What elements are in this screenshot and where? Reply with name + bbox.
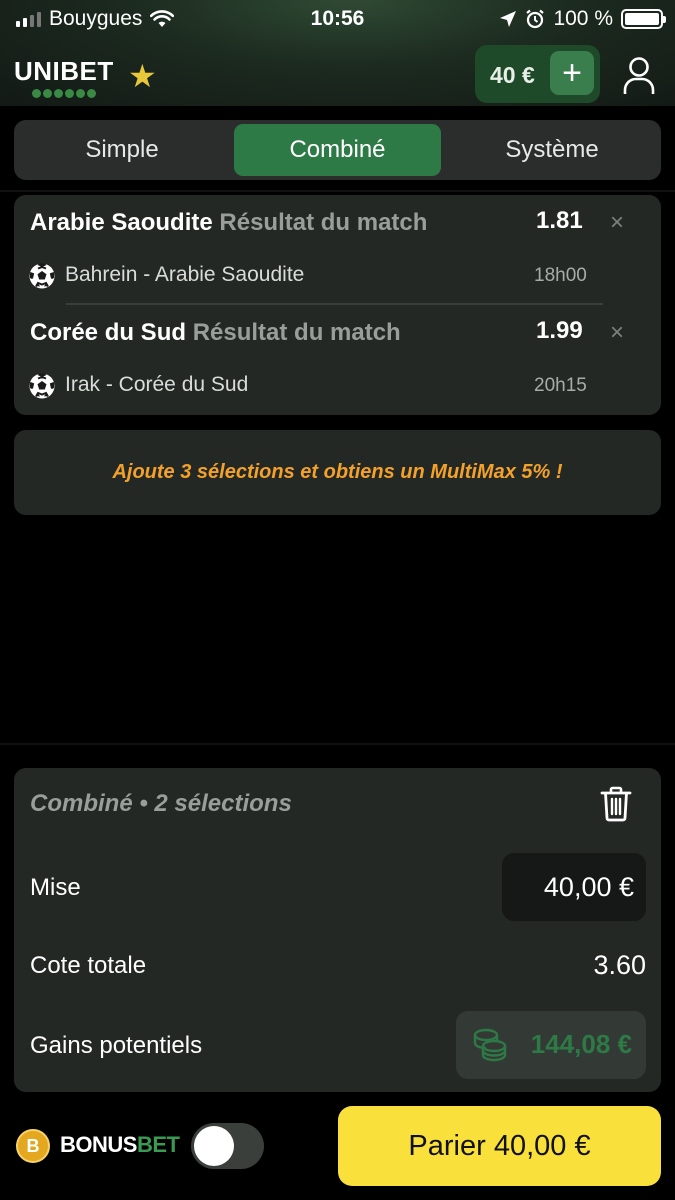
selections-card: Arabie Saoudite Résultat du match 1.81 ×…	[14, 195, 661, 415]
coins-icon	[473, 1028, 507, 1062]
balance-amount: 40 €	[490, 62, 535, 88]
total-odds-label: Cote totale	[30, 952, 147, 979]
selection-team: Corée du Sud	[30, 319, 187, 346]
selection-event: Irak - Corée du Sud	[65, 373, 249, 396]
user-icon[interactable]	[622, 56, 656, 96]
selection-team: Arabie Saoudite	[30, 209, 213, 236]
add-funds-button[interactable]: +	[550, 51, 594, 95]
bonusbet-toggle[interactable]	[191, 1123, 264, 1169]
stake-input[interactable]: 40,00 €	[502, 853, 646, 921]
selection-market: Résultat du match	[192, 319, 401, 346]
selection-market: Résultat du match	[219, 209, 428, 236]
soccer-ball-icon	[29, 263, 55, 289]
divider	[0, 743, 675, 745]
place-bet-button[interactable]: Parier 40,00 €	[338, 1106, 661, 1186]
summary-title: Combiné • 2 sélections	[30, 790, 292, 817]
selection-event: Bahrein - Arabie Saoudite	[65, 263, 305, 286]
bonusbet-bet-word: BET	[136, 1132, 180, 1157]
status-bar: Bouygues 10:56 100 %	[0, 0, 675, 38]
bet-type-tabs: Simple Combiné Système	[14, 120, 661, 180]
total-odds-value: 3.60	[593, 950, 646, 980]
tab-systeme[interactable]: Système	[447, 124, 657, 176]
selection-time: 18h00	[534, 265, 587, 286]
selection-item: Arabie Saoudite Résultat du match 1.81 ×…	[14, 195, 661, 305]
battery-percent: 100 %	[553, 7, 613, 30]
promo-text: Ajoute 3 sélections et obtiens un MultiM…	[112, 461, 563, 483]
logo-dots	[32, 89, 114, 98]
divider	[0, 190, 675, 192]
potential-gains-value: 144,08 €	[530, 1029, 632, 1059]
location-arrow-icon	[500, 11, 517, 27]
alarm-icon	[526, 9, 545, 29]
logo-text: UNIBET	[14, 56, 114, 86]
bonusbet-bonus-word: BONUS	[60, 1132, 137, 1157]
bet-summary-card: Combiné • 2 sélections Mise 40,00 € Cote…	[14, 768, 661, 1092]
tab-combine[interactable]: Combiné	[234, 124, 441, 176]
tab-simple[interactable]: Simple	[18, 124, 226, 176]
bonus-coin-icon: B	[16, 1129, 50, 1163]
selection-time: 20h15	[534, 375, 587, 396]
toggle-knob	[194, 1126, 234, 1166]
selection-title: Arabie Saoudite Résultat du match	[30, 209, 427, 237]
potential-gains-box: 144,08 €	[456, 1011, 646, 1079]
multimax-promo: Ajoute 3 sélections et obtiens un MultiM…	[14, 430, 661, 515]
selection-odds: 1.99	[536, 317, 583, 344]
status-right: 100 %	[499, 7, 666, 31]
stake-label: Mise	[30, 874, 81, 901]
battery-icon	[621, 9, 666, 29]
trash-icon[interactable]	[600, 786, 632, 822]
selection-item: Corée du Sud Résultat du match 1.99 × Ir…	[14, 305, 661, 415]
potential-gains-label: Gains potentiels	[30, 1032, 203, 1059]
selection-title: Corée du Sud Résultat du match	[30, 319, 401, 347]
bonusbet-label: BONUSBET	[60, 1132, 180, 1158]
remove-selection-icon[interactable]: ×	[610, 209, 624, 237]
header: UNIBET ★ 40 € +	[0, 38, 675, 106]
top-area: Bouygues 10:56 100 % UNIBET ★ 40 € +	[0, 0, 675, 106]
unibet-logo[interactable]: UNIBET	[14, 56, 114, 98]
balance-box[interactable]: 40 € +	[475, 45, 600, 103]
remove-selection-icon[interactable]: ×	[610, 319, 624, 347]
selection-odds: 1.81	[536, 207, 583, 234]
soccer-ball-icon	[29, 373, 55, 399]
star-icon[interactable]: ★	[128, 60, 157, 92]
